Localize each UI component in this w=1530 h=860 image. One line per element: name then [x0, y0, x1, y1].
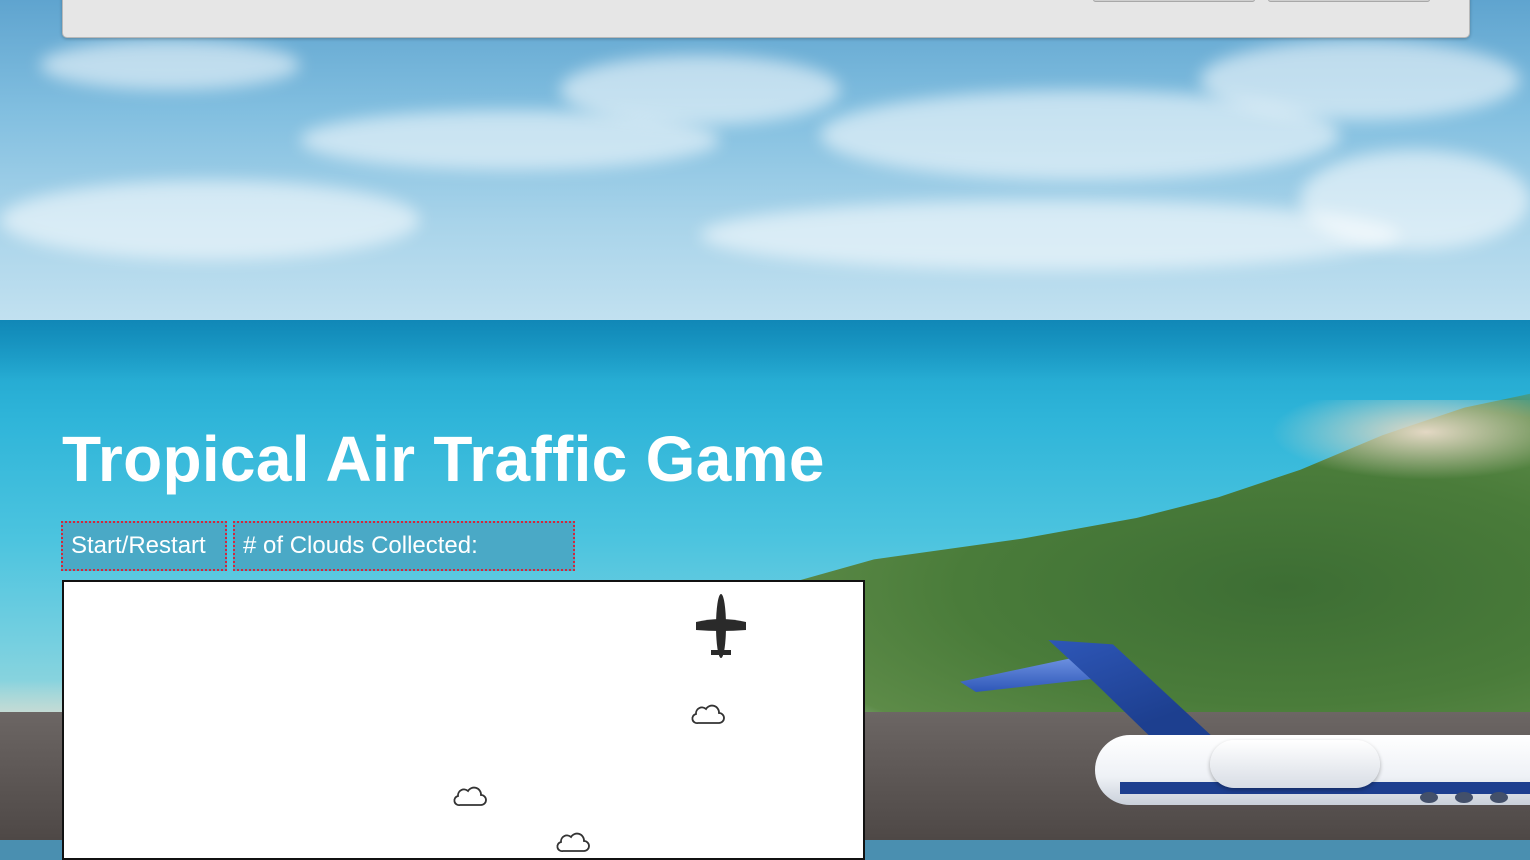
- cloud-icon: [453, 786, 487, 806]
- toolbar-button[interactable]: [1093, 0, 1255, 2]
- jet-engine: [1210, 740, 1380, 788]
- toolbar-button[interactable]: [1268, 0, 1430, 2]
- cloud-icon: [691, 704, 725, 724]
- start-restart-button[interactable]: Start/Restart: [61, 521, 227, 571]
- cloud-icon: [556, 832, 590, 852]
- score-label: # of Clouds Collected:: [243, 532, 478, 559]
- page-title: Tropical Air Traffic Game: [62, 423, 825, 495]
- game-canvas[interactable]: [62, 580, 865, 860]
- clouds-collected-counter: # of Clouds Collected:: [233, 521, 575, 571]
- top-toolbar: [62, 0, 1470, 38]
- airplane-icon: [696, 594, 746, 658]
